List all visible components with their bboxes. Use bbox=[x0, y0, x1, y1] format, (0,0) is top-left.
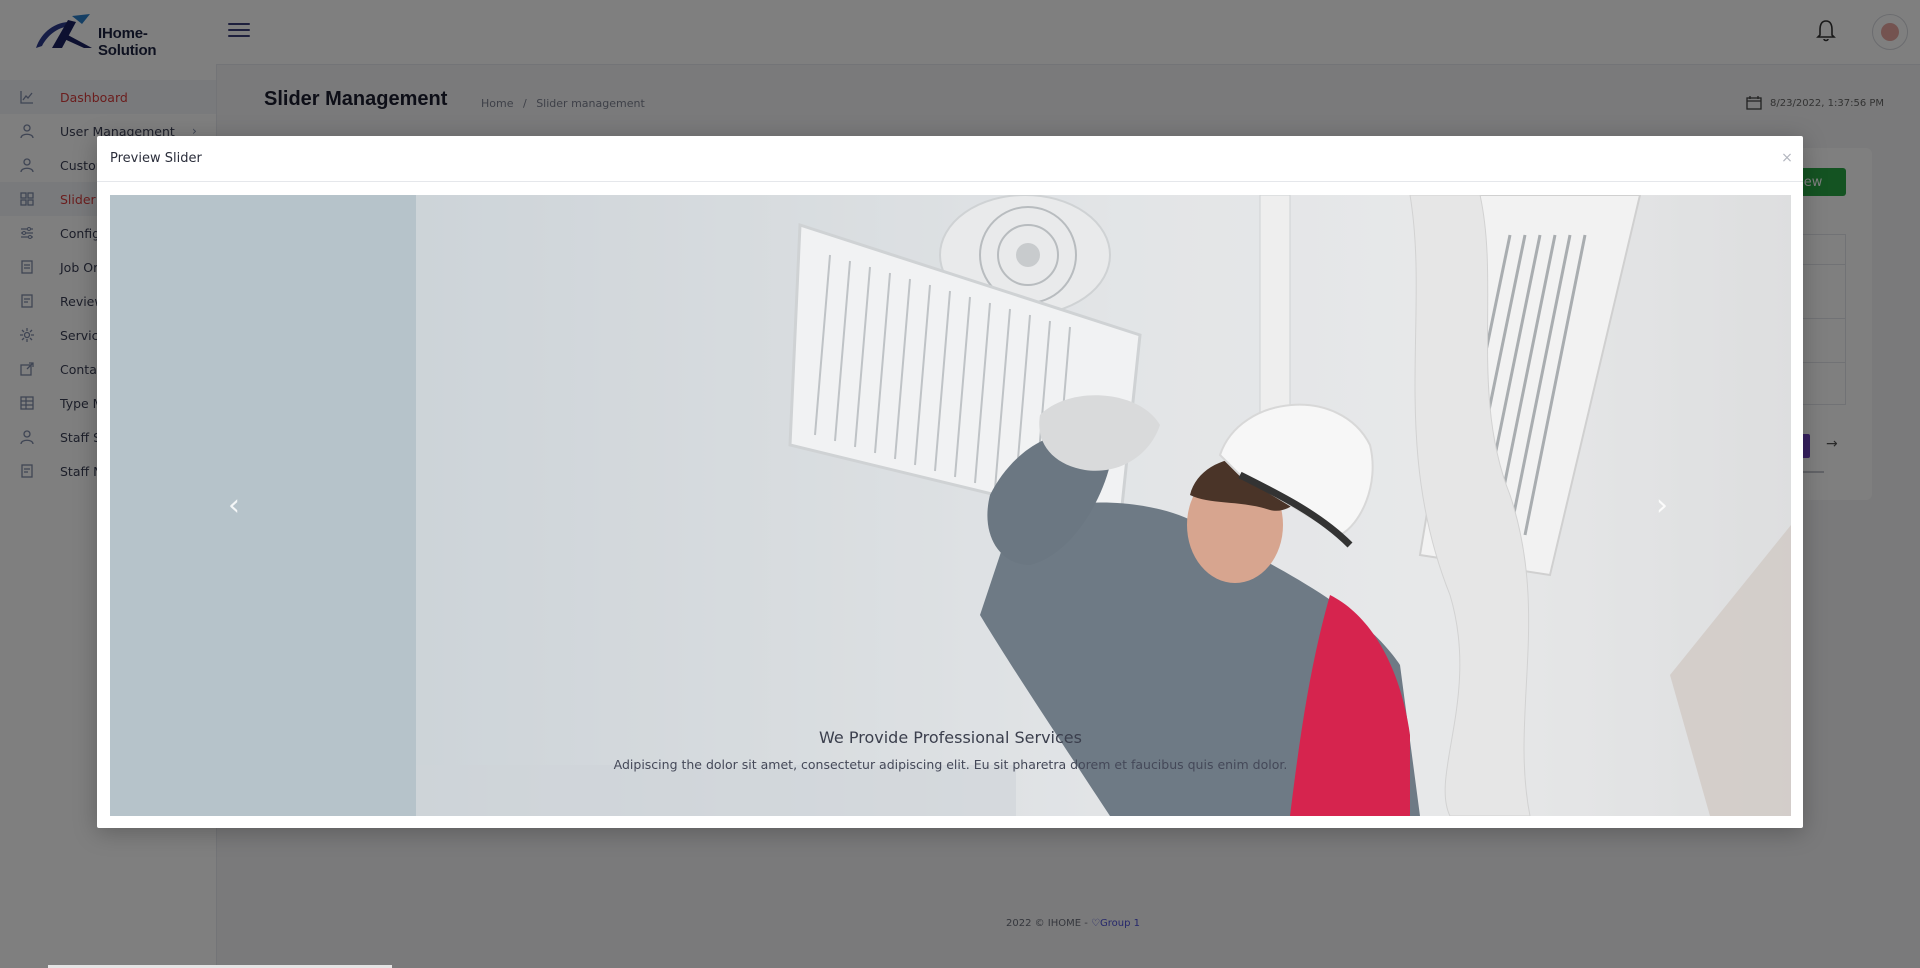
close-icon[interactable]: × bbox=[1777, 148, 1797, 168]
preview-slider-modal: Preview Slider × ‹ › We Provide Professi… bbox=[97, 136, 1803, 828]
carousel-prev-icon[interactable]: ‹ bbox=[222, 486, 246, 526]
slide-caption-text: Adipiscing the dolor sit amet, consectet… bbox=[613, 757, 1288, 772]
modal-title: Preview Slider bbox=[110, 151, 202, 166]
slider-carousel: ‹ › We Provide Professional Services Adi… bbox=[110, 195, 1791, 816]
slide-caption-title: We Provide Professional Services bbox=[819, 728, 1082, 747]
slide-image bbox=[110, 195, 1791, 816]
carousel-next-icon[interactable]: › bbox=[1650, 486, 1674, 526]
modal-header: Preview Slider × bbox=[97, 136, 1803, 182]
